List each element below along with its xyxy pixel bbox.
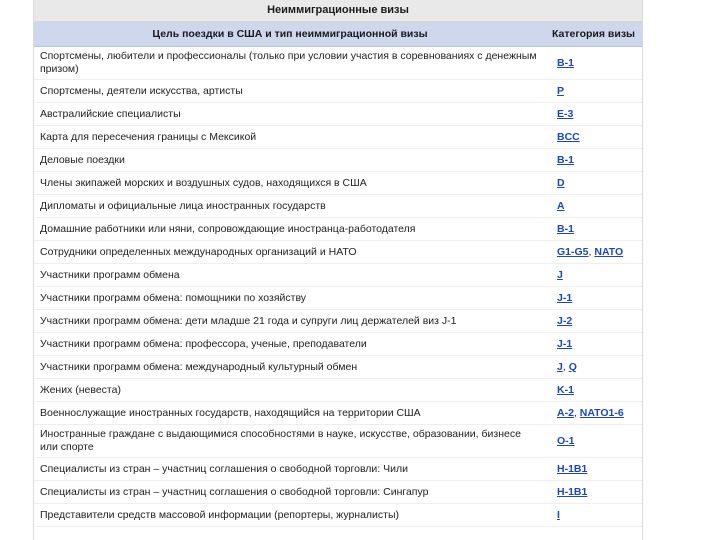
purpose-cell: Домашние работники или няни, сопровождаю… xyxy=(34,217,546,241)
visa-category-link[interactable]: H-1B1 xyxy=(557,486,587,498)
category-cell: I xyxy=(546,503,642,527)
purpose-cell: Австралийские специалисты xyxy=(34,102,546,126)
visa-category-link[interactable]: P xyxy=(557,85,564,97)
visa-category-link[interactable]: A xyxy=(557,200,565,212)
table-row: Участники программ обмена: дети младше 2… xyxy=(34,309,642,333)
visa-category-link[interactable]: J xyxy=(557,269,563,281)
purpose-cell: Карта для пересечения границы с Мексикой xyxy=(34,125,546,149)
visa-category-link[interactable]: O-1 xyxy=(557,435,575,447)
category-cell: H-1B1 xyxy=(546,457,642,481)
table-row: Представители средств массовой информаци… xyxy=(34,503,642,527)
visa-category-link[interactable]: J-1 xyxy=(557,338,572,350)
category-cell: H-1B1 xyxy=(546,480,642,504)
table-row: Дипломаты и официальные лица иностранных… xyxy=(34,194,642,218)
visa-category-link[interactable]: I xyxy=(557,509,560,521)
table-row: Жених (невеста) K-1 xyxy=(34,378,642,402)
category-cell: E-3 xyxy=(546,102,642,126)
purpose-cell: Дипломаты и официальные лица иностранных… xyxy=(34,194,546,218)
purpose-cell: Участники программ обмена: профессора, у… xyxy=(34,332,546,356)
visa-category-link[interactable]: BCC xyxy=(557,131,580,143)
table-row: Домашние работники или няни, сопровождаю… xyxy=(34,217,642,241)
visa-category-link[interactable]: E-3 xyxy=(557,108,573,120)
visa-category-link[interactable]: K-1 xyxy=(557,384,574,396)
category-cell: K-1 xyxy=(546,378,642,402)
visa-category-link[interactable]: NATO1-6 xyxy=(580,407,624,419)
category-cell: J-2 xyxy=(546,309,642,333)
purpose-cell: Спортсмены, деятели искусства, артисты xyxy=(34,79,546,103)
column-header-category: Категория визы xyxy=(546,22,642,47)
category-cell: P xyxy=(546,79,642,103)
purpose-cell: Представители средств массовой информаци… xyxy=(34,503,546,527)
category-cell: B-1 xyxy=(546,46,642,80)
visa-category-link[interactable]: B-1 xyxy=(557,223,574,235)
purpose-cell: Военнослужащие иностранных государств, н… xyxy=(34,401,546,425)
purpose-cell: Участники программ обмена: помощники по … xyxy=(34,286,546,310)
purpose-cell: Иностранные граждане с выдающимися спосо… xyxy=(34,424,546,458)
purpose-cell: Участники программ обмена xyxy=(34,263,546,287)
page-title: Неиммиграционные визы xyxy=(34,0,642,22)
table-row: Участники программ обмена: международный… xyxy=(34,355,642,379)
category-cell: A xyxy=(546,194,642,218)
purpose-cell: Специалисты из стран – участниц соглашен… xyxy=(34,457,546,481)
table-row: Карта для пересечения границы с Мексикой… xyxy=(34,125,642,149)
visa-table: Цель поездки в США и тип неиммиграционно… xyxy=(34,22,642,527)
table-row: Австралийские специалисты E-3 xyxy=(34,102,642,126)
visa-category-link[interactable]: A-2 xyxy=(557,407,574,419)
purpose-cell: Спортсмены, любители и профессионалы (то… xyxy=(34,46,546,80)
table-row: Участники программ обмена: профессора, у… xyxy=(34,332,642,356)
table-row: Участники программ обмена J xyxy=(34,263,642,287)
visa-category-link[interactable]: J-1 xyxy=(557,292,572,304)
category-cell: J, Q xyxy=(546,355,642,379)
table-row: Спортсмены, деятели искусства, артисты P xyxy=(34,79,642,103)
table-row: Специалисты из стран – участниц соглашен… xyxy=(34,480,642,504)
purpose-cell: Жених (невеста) xyxy=(34,378,546,402)
column-header-purpose: Цель поездки в США и тип неиммиграционно… xyxy=(34,22,546,47)
visa-category-link[interactable]: B-1 xyxy=(557,154,574,166)
purpose-cell: Участники программ обмена: дети младше 2… xyxy=(34,309,546,333)
visa-category-link[interactable]: NATO xyxy=(594,246,623,258)
table-row: Специалисты из стран – участниц соглашен… xyxy=(34,457,642,481)
purpose-cell: Деловые поездки xyxy=(34,148,546,172)
purpose-cell: Члены экипажей морских и воздушных судов… xyxy=(34,171,546,195)
table-row: Члены экипажей морских и воздушных судов… xyxy=(34,171,642,195)
purpose-cell: Специалисты из стран – участниц соглашен… xyxy=(34,480,546,504)
visa-category-link[interactable]: Q xyxy=(569,361,577,373)
category-cell: B-1 xyxy=(546,217,642,241)
category-cell: J-1 xyxy=(546,286,642,310)
visa-category-link[interactable]: H-1B1 xyxy=(557,463,587,475)
table-row: Иностранные граждане с выдающимися спосо… xyxy=(34,424,642,458)
table-body: Спортсмены, любители и профессионалы (то… xyxy=(34,46,642,527)
purpose-cell: Участники программ обмена: международный… xyxy=(34,355,546,379)
visa-category-link[interactable]: D xyxy=(557,177,565,189)
visa-category-link[interactable]: B-1 xyxy=(557,57,574,69)
category-cell: D xyxy=(546,171,642,195)
table-row: Деловые поездки B-1 xyxy=(34,148,642,172)
table-row: Спортсмены, любители и профессионалы (то… xyxy=(34,46,642,80)
table-row: Сотрудники определенных международных ор… xyxy=(34,240,642,264)
category-cell: A-2, NATO1-6 xyxy=(546,401,642,425)
table-row: Участники программ обмена: помощники по … xyxy=(34,286,642,310)
table-row: Военнослужащие иностранных государств, н… xyxy=(34,401,642,425)
visa-category-link[interactable]: G1-G5 xyxy=(557,246,589,258)
category-cell: J-1 xyxy=(546,332,642,356)
visa-category-link[interactable]: J-2 xyxy=(557,315,572,327)
table-header-row: Цель поездки в США и тип неиммиграционно… xyxy=(34,22,642,47)
visa-table-panel: Неиммиграционные визы Цель поездки в США… xyxy=(33,0,643,540)
category-cell: BCC xyxy=(546,125,642,149)
category-cell: B-1 xyxy=(546,148,642,172)
category-cell: J xyxy=(546,263,642,287)
purpose-cell: Сотрудники определенных международных ор… xyxy=(34,240,546,264)
category-cell: O-1 xyxy=(546,424,642,458)
category-cell: G1-G5, NATO xyxy=(546,240,642,264)
